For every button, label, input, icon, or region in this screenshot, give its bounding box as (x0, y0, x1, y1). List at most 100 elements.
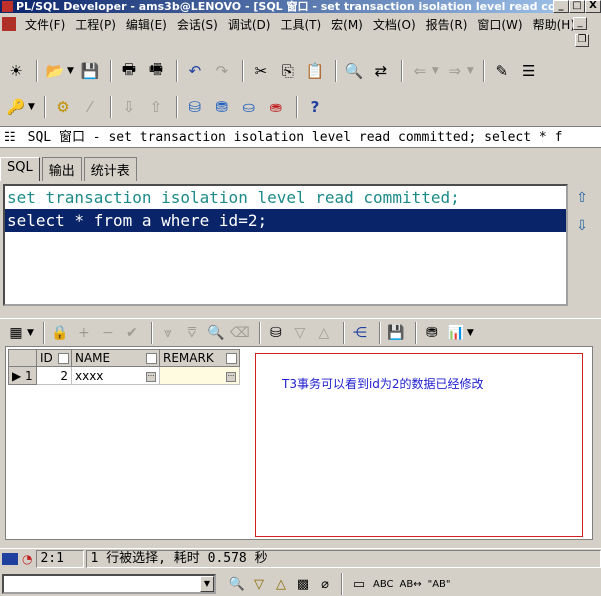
menu-macro[interactable]: 宏(M) (326, 16, 368, 33)
cell-remark[interactable]: ··· (159, 366, 240, 385)
document-list-icon[interactable]: ☷ (0, 130, 28, 145)
lock-icon[interactable]: 🔒 (50, 322, 70, 344)
find-combo[interactable]: ▼ (2, 574, 216, 594)
grid-layout-icon[interactable]: ▦ (6, 322, 26, 344)
tab-sql[interactable]: SQL (0, 157, 40, 181)
sql-icon[interactable]: ⛃ (210, 96, 234, 118)
save-grid-icon[interactable]: 💾 (386, 322, 406, 344)
print-icon[interactable]: 🖶 (117, 60, 141, 82)
regex-icon[interactable]: AB↔ (400, 579, 422, 590)
document-icon[interactable] (2, 17, 16, 31)
menu-session[interactable]: 会话(S) (172, 16, 223, 33)
menu-debug[interactable]: 调试(D) (223, 16, 276, 33)
export-icon[interactable]: ⛁ (266, 322, 286, 344)
undo-icon[interactable]: ↶ (183, 60, 207, 82)
forward-icon[interactable]: ⇒ (443, 60, 467, 82)
sql-editor[interactable]: set transaction isolation level read com… (3, 184, 568, 306)
connect-icon[interactable]: ⋲ (350, 322, 370, 344)
column-header-remark[interactable]: REMARK (159, 349, 240, 367)
delete-record-icon[interactable]: − (98, 322, 118, 344)
ellipsis-icon[interactable]: ··· (146, 371, 156, 382)
break-icon[interactable]: ⁄ (78, 96, 102, 118)
editor-line-selected[interactable]: select * from a where id=2; (5, 209, 566, 232)
indent-icon[interactable]: ☰ (517, 60, 541, 82)
editor-line[interactable]: set transaction isolation level read com… (5, 186, 566, 209)
cell-name[interactable]: xxxx ··· (71, 366, 160, 385)
new-icon[interactable]: ☀ (4, 60, 28, 82)
menu-project[interactable]: 工程(P) (70, 16, 121, 33)
sort-icon[interactable] (226, 353, 237, 364)
chevron-down-icon[interactable]: ▼ (200, 576, 214, 592)
beautify-icon[interactable]: ✎ (490, 60, 514, 82)
maximize-button[interactable]: □ (569, 0, 585, 13)
replace-icon[interactable]: ⇄ (369, 60, 393, 82)
redo-icon[interactable]: ↷ (210, 60, 234, 82)
log-on-dropdown-icon[interactable]: ▼ (28, 102, 35, 112)
chart-dropdown-icon[interactable]: ▼ (467, 328, 474, 338)
log-on-icon[interactable]: 🔑 (4, 96, 28, 118)
toolbar-separator (258, 321, 261, 344)
arrow-down-icon[interactable]: ⇩ (572, 218, 592, 246)
fetch-last-icon[interactable]: ⩢ (182, 322, 202, 344)
open-folder-icon[interactable]: 📂 (43, 60, 67, 82)
open-dropdown-icon[interactable]: ▼ (67, 66, 74, 76)
mdi-restore-button[interactable]: ❐ (575, 34, 589, 47)
post-changes-icon[interactable]: ✔ (122, 322, 142, 344)
tab-output[interactable]: 输出 (41, 157, 82, 181)
prev-page-icon[interactable]: △ (314, 322, 334, 344)
sort-icon[interactable] (58, 353, 69, 364)
highlight-icon[interactable]: ▩ (292, 573, 314, 595)
paste-icon[interactable]: 📋 (303, 60, 327, 82)
ellipsis-icon[interactable]: ··· (226, 372, 236, 382)
menu-report[interactable]: 报告(R) (421, 16, 473, 33)
insert-record-icon[interactable]: + (74, 322, 94, 344)
match-whole-word-icon[interactable]: ▭ (348, 573, 370, 595)
row-indicator[interactable]: ▶ 1 (8, 366, 37, 385)
query-by-example-icon[interactable]: 🔍 (206, 322, 226, 344)
grid-layout-dropdown-icon[interactable]: ▼ (27, 328, 34, 338)
match-case-icon[interactable]: ABC (373, 579, 394, 590)
copy-icon[interactable]: ⎘ (276, 60, 300, 82)
new-session-icon[interactable]: ⛀ (237, 96, 261, 118)
menu-window[interactable]: 窗口(W) (472, 16, 527, 33)
clear-highlight-icon[interactable]: ⌀ (314, 573, 336, 595)
clear-icon[interactable]: ⌫ (230, 322, 250, 344)
column-header-id[interactable]: ID (36, 349, 72, 367)
close-button[interactable]: X (585, 0, 601, 13)
execute-icon[interactable]: ⚙ (51, 96, 75, 118)
database-icon[interactable]: ⛃ (422, 322, 442, 344)
help-icon[interactable]: ? (303, 96, 327, 118)
commit-icon[interactable]: ⇩ (117, 96, 141, 118)
chart-icon[interactable]: 📊 (446, 322, 466, 344)
save-icon[interactable]: 💾 (78, 60, 102, 82)
find-icon[interactable]: 🔍 (342, 60, 366, 82)
explain-plan-icon[interactable]: ⛁ (183, 96, 207, 118)
print-preview-icon[interactable]: 🖷 (144, 60, 168, 82)
find-icon[interactable]: 🔍 (226, 573, 248, 595)
next-page-icon[interactable]: ▽ (290, 322, 310, 344)
menu-edit[interactable]: 编辑(E) (121, 16, 172, 33)
cell-id[interactable]: 2 (36, 366, 72, 385)
tab-statistics[interactable]: 统计表 (83, 157, 137, 181)
cancel-session-icon[interactable]: ⛂ (264, 96, 288, 118)
cut-icon[interactable]: ✂ (249, 60, 273, 82)
menu-tools[interactable]: 工具(T) (275, 16, 326, 33)
column-header-name[interactable]: NAME (71, 349, 160, 367)
document-tab-title[interactable]: SQL 窗口 - set transaction isolation level… (28, 130, 563, 145)
sort-icon[interactable] (146, 353, 157, 364)
back-dropdown-icon[interactable]: ▼ (432, 66, 439, 76)
quote-icon[interactable]: "AB" (428, 579, 451, 590)
find-next-icon[interactable]: ▽ (248, 573, 270, 595)
back-icon[interactable]: ⇐ (408, 60, 432, 82)
minimize-button[interactable]: _ (553, 0, 569, 13)
rollback-icon[interactable]: ⇧ (144, 96, 168, 118)
mdi-minimize-button[interactable]: _ (573, 17, 587, 30)
menu-file[interactable]: 文件(F) (20, 16, 70, 33)
forward-dropdown-icon[interactable]: ▼ (467, 66, 474, 76)
arrow-up-icon[interactable]: ⇧ (572, 190, 592, 218)
find-previous-icon[interactable]: △ (270, 573, 292, 595)
session-toolbar: 🔑 ▼ ⚙ ⁄ ⇩ ⇧ ⛁ ⛃ ⛀ ⛂ ? (0, 92, 601, 122)
menu-document[interactable]: 文档(O) (368, 16, 421, 33)
table-row[interactable]: ▶ 1 2 xxxx ··· ··· (8, 366, 240, 385)
fetch-next-icon[interactable]: ⩔ (158, 322, 178, 344)
